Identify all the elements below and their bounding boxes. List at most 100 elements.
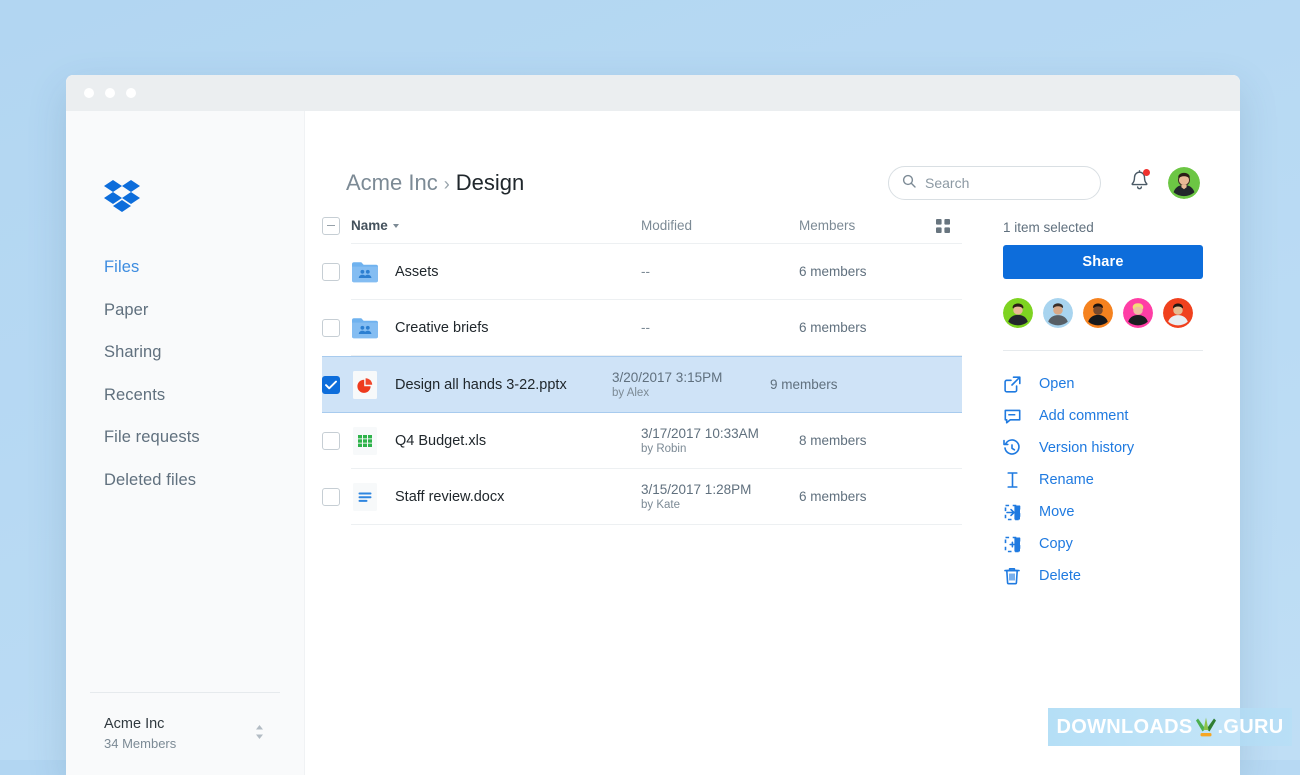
action-label: Rename [1039, 472, 1094, 488]
topbar-actions [888, 166, 1200, 200]
member-avatar-1[interactable] [1003, 298, 1033, 328]
breadcrumb-parent[interactable]: Acme Inc [346, 170, 438, 195]
action-open[interactable]: Open [1003, 368, 1240, 400]
action-rename[interactable]: Rename [1003, 464, 1240, 496]
row-name-cell: Q4 Budget.xls [351, 426, 641, 455]
close-window-button[interactable] [84, 88, 94, 98]
trash-icon [1003, 567, 1021, 585]
row-modified-cell: 3/20/2017 3:15PM by Alex [612, 369, 770, 401]
column-header-name-label: Name [351, 218, 388, 233]
history-clock-icon [1003, 439, 1021, 457]
row-name-cell: Design all hands 3-22.pptx [351, 370, 612, 399]
action-label: Open [1039, 376, 1075, 392]
sidebar-item-file-requests[interactable]: File requests [104, 416, 294, 459]
search-box[interactable] [888, 166, 1101, 200]
team-info: Acme Inc 34 Members [104, 715, 176, 753]
action-label: Move [1039, 504, 1075, 520]
row-modified-cell: -- [641, 320, 799, 335]
action-version-history[interactable]: Version history [1003, 432, 1240, 464]
check-icon [325, 380, 337, 389]
file-name: Assets [395, 263, 439, 280]
select-all-cell [322, 216, 351, 235]
member-avatar-3[interactable] [1083, 298, 1113, 328]
caret-down-icon [392, 224, 399, 229]
table-row-selected[interactable]: Design all hands 3-22.pptx 3/20/2017 3:1… [322, 356, 962, 413]
row-checkbox[interactable] [322, 318, 340, 337]
column-header-name[interactable]: Name [351, 218, 641, 233]
row-select-cell [322, 262, 351, 281]
column-header-modified[interactable]: Modified [641, 218, 799, 233]
sidebar-nav: Files Paper Sharing Recents File request… [104, 246, 294, 501]
row-select-cell [322, 487, 351, 506]
modified-date: 3/15/2017 1:28PM [641, 481, 752, 497]
sidebar: Files Paper Sharing Recents File request… [66, 111, 305, 775]
user-avatar[interactable] [1168, 167, 1200, 199]
action-list: Open Add comment Version history Rename … [1003, 368, 1240, 592]
file-name: Design all hands 3-22.pptx [395, 376, 567, 393]
action-label: Copy [1039, 536, 1073, 552]
maximize-window-button[interactable] [126, 88, 136, 98]
member-avatar-2[interactable] [1043, 298, 1073, 328]
file-name: Creative briefs [395, 319, 489, 336]
file-list: Name Modified Members Assets -- 6 member… [322, 208, 962, 592]
table-row[interactable]: Q4 Budget.xls 3/17/2017 10:33AM by Robin… [322, 413, 962, 469]
row-checkbox[interactable] [322, 487, 340, 506]
row-select-cell [322, 318, 351, 337]
window-titlebar [66, 75, 1240, 111]
sidebar-item-deleted-files[interactable]: Deleted files [104, 459, 294, 502]
bell-icon [1130, 170, 1149, 195]
action-add-comment[interactable]: Add comment [1003, 400, 1240, 432]
text-cursor-icon [1003, 471, 1021, 489]
action-delete[interactable]: Delete [1003, 560, 1240, 592]
word-file-icon [351, 482, 379, 511]
dropbox-logo-icon[interactable] [104, 180, 140, 218]
row-name-cell: Assets [351, 258, 641, 286]
table-header-row: Name Modified Members [322, 208, 962, 244]
main-content: Acme Inc › Design Search Name Modified M… [305, 111, 1240, 775]
team-member-count: 34 Members [104, 736, 177, 751]
team-name: Acme Inc [104, 716, 165, 732]
breadcrumb: Acme Inc › Design [346, 172, 524, 194]
copy-plus-icon [1003, 535, 1021, 553]
action-copy[interactable]: Copy [1003, 528, 1240, 560]
column-header-members[interactable]: Members [799, 218, 929, 233]
watermark-text-left: DOWNLOADS [1056, 715, 1193, 738]
row-modified-cell: -- [641, 264, 799, 279]
comment-icon [1003, 407, 1021, 425]
select-all-checkbox[interactable] [322, 216, 340, 235]
excel-file-icon [351, 426, 379, 455]
row-checkbox[interactable] [322, 431, 340, 450]
downloads-guru-watermark: DOWNLOADS .GURU [1048, 708, 1292, 746]
row-select-cell [322, 375, 351, 394]
share-button[interactable]: Share [1003, 245, 1203, 279]
shared-folder-icon [351, 258, 379, 286]
row-members-cell: 6 members [799, 320, 867, 335]
search-input[interactable] [925, 175, 1075, 191]
member-avatar-5[interactable] [1163, 298, 1193, 328]
notifications-button[interactable] [1130, 169, 1150, 196]
row-modified-cell: 3/15/2017 1:28PM by Kate [641, 481, 799, 513]
search-icon [902, 174, 916, 193]
table-row[interactable]: Staff review.docx 3/15/2017 1:28PM by Ka… [322, 469, 962, 525]
sidebar-item-paper[interactable]: Paper [104, 289, 294, 332]
table-row[interactable]: Assets -- 6 members [322, 244, 962, 300]
row-checkbox[interactable] [322, 262, 340, 281]
powerpoint-file-icon [351, 370, 379, 399]
row-checkbox[interactable] [322, 375, 340, 394]
grid-view-icon[interactable] [936, 218, 950, 233]
content-split: Name Modified Members Assets -- 6 member… [305, 208, 1240, 592]
modified-date: -- [641, 320, 650, 335]
table-row[interactable]: Creative briefs -- 6 members [322, 300, 962, 356]
sidebar-item-recents[interactable]: Recents [104, 374, 294, 417]
modified-by: by Kate [641, 498, 680, 511]
member-avatar-list [1003, 298, 1203, 351]
app-window: Files Paper Sharing Recents File request… [66, 75, 1240, 775]
team-switcher[interactable]: Acme Inc 34 Members [90, 692, 280, 775]
action-move[interactable]: Move [1003, 496, 1240, 528]
sidebar-item-files[interactable]: Files [104, 246, 294, 289]
move-arrow-icon [1003, 503, 1021, 521]
minimize-window-button[interactable] [105, 88, 115, 98]
row-name-cell: Staff review.docx [351, 482, 641, 511]
sidebar-item-sharing[interactable]: Sharing [104, 331, 294, 374]
member-avatar-4[interactable] [1123, 298, 1153, 328]
